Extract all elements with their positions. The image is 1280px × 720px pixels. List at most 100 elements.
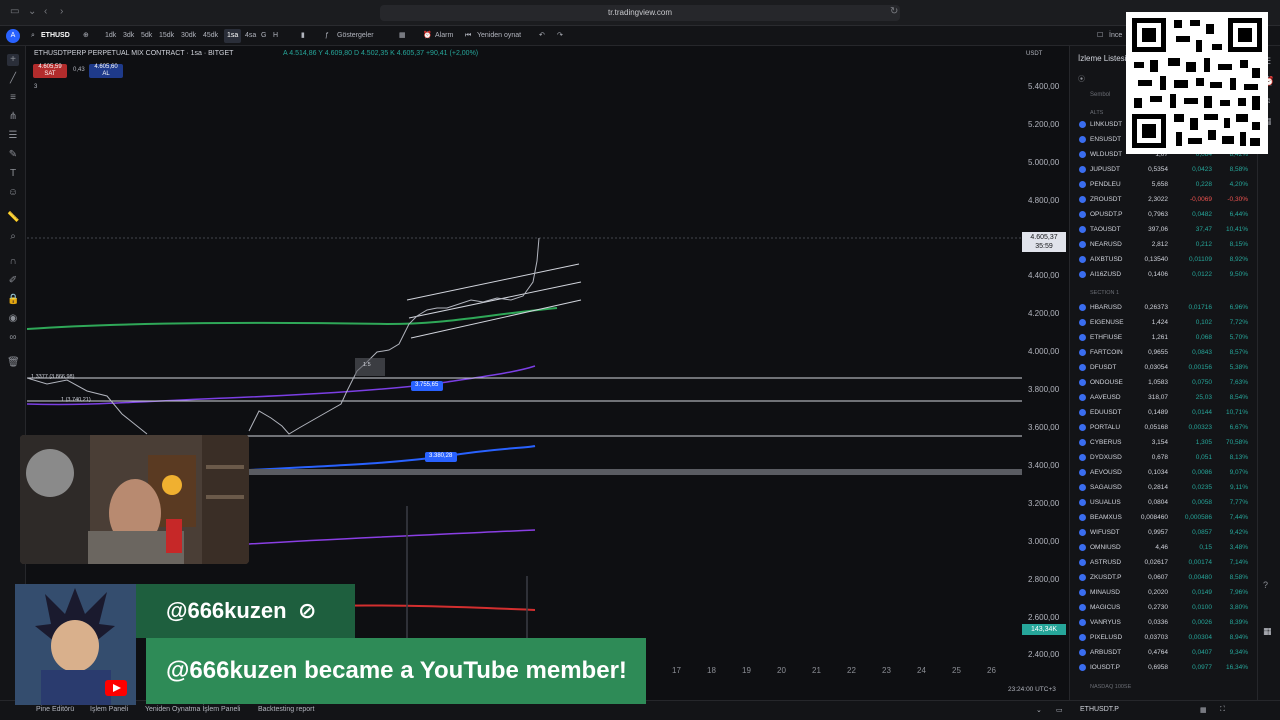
timeframe-30dk[interactable]: 30dk [178,29,199,43]
timeframe-3dk[interactable]: 3dk [120,29,137,43]
timeframe-1sa[interactable]: 1sa [224,29,242,43]
ruler-icon[interactable]: 📏 [7,212,19,224]
timeframe-15dk[interactable]: 15dk [156,29,177,43]
watchlist-row[interactable]: BEAMXUS 0,008460 0,000586 7,44% [1070,510,1258,525]
minimize-icon[interactable]: ⌄ [1036,706,1042,714]
watchlist-row[interactable]: ZROUSDT 2,3022 -0,0069 -0,30% [1070,192,1258,207]
reload-icon[interactable]: ↻ [890,6,898,17]
watchlist-row[interactable]: USUALUS 0,0804 0,0058 7,77% [1070,495,1258,510]
price-axis[interactable]: USDT 5.400,00 5.200,00 5.000,00 4.800,00 4.4… [1022,46,1069,666]
brush-icon[interactable]: ✎ [7,149,19,161]
watchlist-row[interactable]: MINAUSD 0,2020 0,0149 7,96% [1070,585,1258,600]
watchlist-row[interactable]: NEARUSD 2,812 0,212 8,15% [1070,237,1258,252]
sidebar-toggle-icon[interactable]: ▭ [10,6,19,17]
timezone-label[interactable]: 23:24:00 UTC+3 [1008,686,1056,693]
watchlist-row[interactable]: CYBERUS 3,154 1,305 70,58% [1070,435,1258,450]
watchlist-row[interactable]: HBARUSD 0,26373 0,01716 6,96% [1070,300,1258,315]
address-bar[interactable]: tr.tradingview.com [380,5,900,21]
watchlist-section-1[interactable]: SECTION 1 [1090,290,1119,296]
watchlist-row[interactable]: MAGICUS 0,2730 0,0100 3,80% [1070,600,1258,615]
pitchfork-icon[interactable]: ⋔ [7,111,19,123]
watchlist-row[interactable]: OMNIUSD 4,46 0,15 3,48% [1070,540,1258,555]
currency-label[interactable]: USDT [1026,51,1042,57]
timeframe-G[interactable]: G [258,29,269,43]
watchlist-row[interactable]: OPUSDT.P 0,7963 0,0482 6,44% [1070,207,1258,222]
undo-icon[interactable]: ↶ [536,29,548,43]
buy-button[interactable]: 4.605,60 AL [89,64,123,78]
watchlist-row[interactable]: VANRYUS 0,0336 0,0026 8,39% [1070,615,1258,630]
inspect-button[interactable]: İnce [1106,29,1125,43]
chart-style-icon[interactable]: ▮ [298,29,308,43]
layers-count[interactable]: 3 [34,84,37,90]
fib-icon[interactable]: ☰ [7,130,19,142]
chevron-down-icon[interactable]: ⌄ [28,6,36,17]
watchlist-row[interactable]: ONDOUSE 1,0583 0,0750 7,63% [1070,375,1258,390]
timeframe-5dk[interactable]: 5dk [138,29,155,43]
redo-icon[interactable]: ↷ [554,29,566,43]
text-icon[interactable]: T [7,168,19,180]
account-avatar[interactable]: A [6,29,20,43]
trendline-icon[interactable]: ╱ [7,73,19,85]
stay-drawing-icon[interactable]: ✐ [7,275,19,287]
tab-backtesting[interactable]: Backtesting report [258,706,314,713]
forward-icon[interactable]: › [60,6,63,17]
zoom-icon[interactable]: ⌕ [7,231,19,243]
indicators-button[interactable]: Göstergeler [334,29,377,43]
watchlist-row[interactable]: DYDXUSD 0,678 0,051 8,13% [1070,450,1258,465]
watchlist-row[interactable]: ASTRUSD 0,02617 0,00174 7,14% [1070,555,1258,570]
watchlist-row[interactable]: PIXELUSD 0,03703 0,00304 8,94% [1070,630,1258,645]
watchlist-section-nasdaq[interactable]: NASDAQ 100SE [1090,684,1131,690]
symbol-name[interactable]: ETHUSD [38,29,73,43]
add-symbol-icon[interactable]: ⊕ [80,29,92,43]
lock-icon[interactable]: 🔒 [7,294,19,306]
fullscreen-icon[interactable]: ⛶ [1220,706,1225,714]
maximize-icon[interactable]: ▭ [1056,706,1063,714]
sell-button[interactable]: 4.605,59 SAT [33,64,67,78]
watchlist-title[interactable]: İzleme Listesi [1078,54,1126,63]
watchlist-row[interactable]: IOUSDT.P 0,6958 0,0977 16,34% [1070,660,1258,675]
watchlist-row[interactable]: AI16ZUSD 0,1406 0,0122 9,50% [1070,267,1258,282]
help-icon[interactable]: ? [1263,580,1268,590]
crosshair-icon[interactable]: + [7,54,19,66]
watchlist-row[interactable]: TAOUSDT 397,06 37,47 10,41% [1070,222,1258,237]
current-symbol[interactable]: ETHUSDT.P [1080,706,1119,713]
replay-button[interactable]: Yeniden oynat [474,29,524,43]
tab-replay-trading[interactable]: Yeniden Oynatma İşlem Paneli [145,706,240,713]
watchlist-row[interactable]: PENDLEU 5,658 0,228 4,20% [1070,177,1258,192]
alarm-button[interactable]: Alarm [432,29,456,43]
watchlist-row[interactable]: PORTALU 0,05168 0,00323 6,67% [1070,420,1258,435]
horizontal-lines-icon[interactable]: ≡ [7,92,19,104]
watchlist-symbol-header[interactable]: Sembol [1090,92,1110,98]
replay-icon[interactable]: ⏮ [462,29,474,43]
tab-trading-panel[interactable]: İşlem Paneli [90,706,128,713]
watchlist-row[interactable]: DFUSDT 0,03054 0,00156 5,38% [1070,360,1258,375]
timeframe-4sa[interactable]: 4sa [242,29,259,43]
symbol-search-icon[interactable]: ⌕ [28,29,38,43]
watchlist-row[interactable]: AAVEUSD 318,07 25,03 8,54% [1070,390,1258,405]
watchlist-row[interactable]: SAGAUSD 0,2814 0,0235 9,11% [1070,480,1258,495]
watchlist-row[interactable]: AIXBTUSD 0,13540 0,01109 8,92% [1070,252,1258,267]
eye-icon[interactable]: ◉ [7,313,19,325]
chart-legend-title[interactable]: ETHUSDTPERP PERPETUAL MIX CONTRACT · 1sa… [34,50,233,57]
watchlist-row[interactable]: WIFUSDT 0,9957 0,0857 9,42% [1070,525,1258,540]
grid-icon[interactable]: ▦ [1263,626,1272,637]
tab-pine-editor[interactable]: Pine Editörü [36,706,74,713]
watchlist-menu-icon[interactable]: ⦿ [1078,74,1085,84]
watchlist-row[interactable]: FARTCOIN 0,9655 0,0843 8,57% [1070,345,1258,360]
watchlist-row[interactable]: AEVOUSD 0,1034 0,0086 9,07% [1070,465,1258,480]
watchlist-row[interactable]: ARBUSDT 0,4764 0,0407 9,34% [1070,645,1258,660]
layout-icon[interactable]: ▦ [1200,706,1207,714]
checkbox-icon[interactable]: ☐ [1094,29,1106,43]
link-icon[interactable]: ∞ [7,332,19,344]
watchlist-row[interactable]: EIGENUSE 1,424 0,102 7,72% [1070,315,1258,330]
magnet-icon[interactable]: ∩ [7,256,19,268]
watchlist-row[interactable]: ZKUSDT.P 0,0607 0,00480 8,58% [1070,570,1258,585]
watchlist-row[interactable]: JUPUSDT 0,5354 0,0423 8,58% [1070,162,1258,177]
layout-icon[interactable]: ▦ [396,29,409,43]
timeframe-45dk[interactable]: 45dk [200,29,221,43]
trash-icon[interactable]: 🗑 [7,357,20,369]
watchlist-row[interactable]: EDUUSDT 0,1489 0,0144 10,71% [1070,405,1258,420]
timeframe-1dk[interactable]: 1dk [102,29,119,43]
emoji-icon[interactable]: ☺ [7,187,19,199]
timeframe-H[interactable]: H [270,29,281,43]
